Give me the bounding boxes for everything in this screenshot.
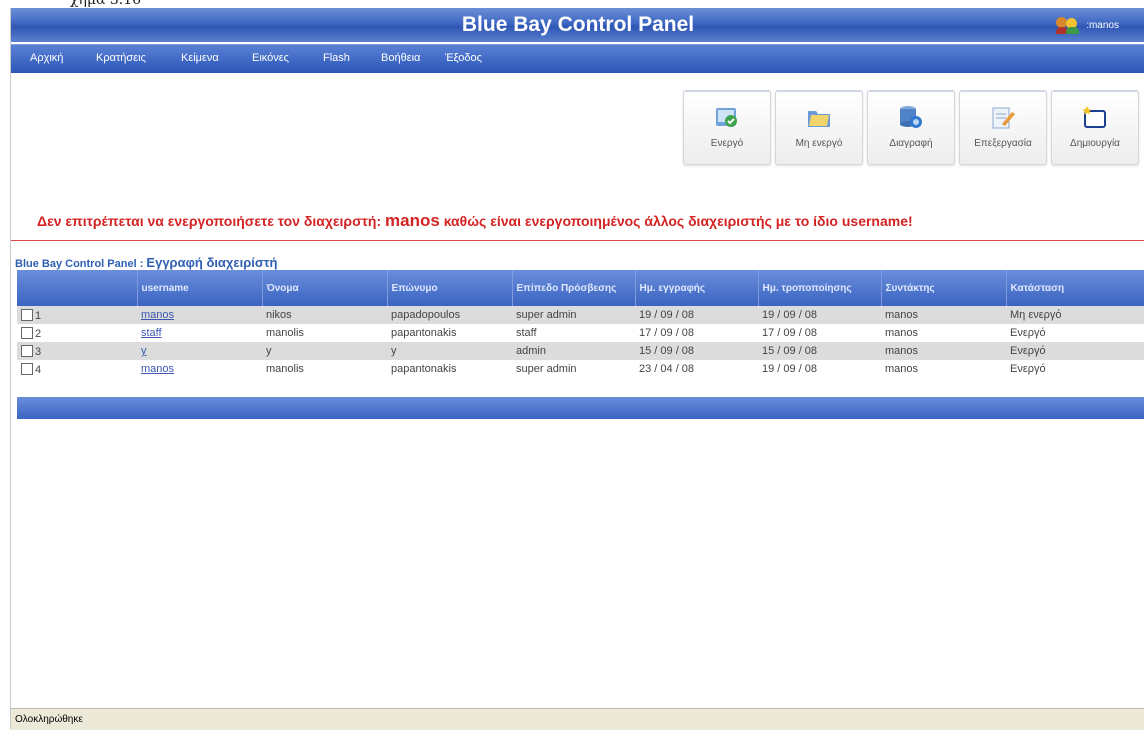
cell-editor: manos: [881, 324, 1006, 342]
table-row: 1 manos nikos papadopoulos super admin 1…: [17, 306, 1144, 324]
cell-surname: papantonakis: [387, 360, 512, 378]
error-message: Δεν επιτρέπεται να ενεργοποιήσετε τον δι…: [37, 211, 913, 231]
col-header-name[interactable]: Όνομα: [262, 270, 388, 306]
cell-modify-date: 19 / 09 / 08: [758, 306, 881, 324]
active-icon: [716, 108, 737, 127]
error-message-suffix: καθώς είναι ενεργοποιημένος άλλος διαχει…: [443, 213, 913, 229]
status-bar: Ολοκληρώθηκε: [11, 708, 1144, 730]
create-label: Δημιουργία: [1070, 138, 1120, 149]
error-message-prefix: Δεν επιτρέπεται να ενεργοποιήσετε τον δι…: [37, 213, 382, 229]
row-number: 2: [35, 327, 42, 340]
col-header-editor[interactable]: Συντάκτης: [881, 270, 1007, 306]
row-number: 3: [35, 345, 42, 358]
col-header-username[interactable]: username: [137, 270, 263, 306]
menu-texts[interactable]: Κείμενα: [181, 52, 219, 64]
row-checkbox[interactable]: [21, 362, 33, 375]
cell-editor: manos: [881, 306, 1006, 324]
database-delete-icon: [900, 106, 922, 128]
create-button[interactable]: Δημιουργία: [1051, 90, 1139, 165]
title-bar: Blue Bay Control Panel :manos: [11, 8, 1144, 42]
cell-name: manolis: [262, 360, 387, 378]
cell-name: manolis: [262, 324, 387, 342]
user-box: :manos: [1056, 16, 1119, 34]
app-title: Blue Bay Control Panel: [461, 13, 695, 36]
cell-register-date: 17 / 09 / 08: [635, 324, 758, 342]
cell-status: Ενεργό: [1006, 324, 1144, 342]
divider: [11, 240, 1144, 241]
username-link[interactable]: manos: [141, 363, 174, 375]
row-checkbox[interactable]: [21, 326, 33, 339]
users-icon: [1056, 16, 1082, 34]
table-header-row: username Όνομα Επώνυμο Επίπεδο Πρόσβεσης…: [17, 270, 1144, 306]
col-header-register-date[interactable]: Ημ. εγγραφής: [635, 270, 759, 306]
cell-access-level: super admin: [512, 360, 635, 378]
table-row: 2 staff manolis papantonakis staff 17 / …: [17, 324, 1144, 342]
cell-surname: y: [387, 342, 512, 360]
folder-icon: [808, 111, 830, 127]
table-row: 3 y y y admin 15 / 09 / 08 15 / 09 / 08 …: [17, 342, 1144, 360]
cell-name: y: [262, 342, 387, 360]
fragment-text: χήμα 3.16: [70, 0, 142, 8]
edit-icon: [992, 107, 1015, 129]
row-number: 4: [35, 363, 42, 376]
menu-exit[interactable]: Έξοδος: [445, 52, 482, 64]
top-fragment: χήμα 3.16: [0, 0, 1144, 8]
menu-help[interactable]: Βοήθεια: [381, 52, 420, 64]
cell-editor: manos: [881, 360, 1006, 378]
admins-table: username Όνομα Επώνυμο Επίπεδο Πρόσβεσης…: [17, 270, 1144, 378]
browser-frame: Blue Bay Control Panel :manos Αρχική Κρα…: [10, 8, 1144, 730]
row-checkbox[interactable]: [21, 308, 33, 321]
cell-register-date: 19 / 09 / 08: [635, 306, 758, 324]
cell-modify-date: 19 / 09 / 08: [758, 360, 881, 378]
action-toolbar: Ενεργό Μη ενεργό Διαγραφή Επεξεργασία Δη…: [683, 90, 1139, 165]
cell-surname: papantonakis: [387, 324, 512, 342]
cell-access-level: admin: [512, 342, 635, 360]
col-header-select: [17, 270, 138, 306]
breadcrumb-current: Εγγραφή διαχειρίστή: [146, 255, 278, 270]
deactivate-label: Μη ενεργό: [795, 138, 843, 149]
row-number: 1: [35, 309, 42, 322]
edit-label: Επεξεργασία: [974, 138, 1032, 149]
table-row: 4 manos manolis papantonakis super admin…: [17, 360, 1144, 378]
col-header-status[interactable]: Κατάσταση: [1006, 270, 1144, 306]
cell-modify-date: 17 / 09 / 08: [758, 324, 881, 342]
cell-access-level: super admin: [512, 306, 635, 324]
main-menu: Αρχική Κρατήσεις Κείμενα Εικόνες Flash Β…: [11, 44, 1144, 73]
col-header-surname[interactable]: Επώνυμο: [387, 270, 513, 306]
deactivate-button[interactable]: Μη ενεργό: [775, 90, 863, 165]
menu-home[interactable]: Αρχική: [30, 52, 63, 64]
current-user-label: :manos: [1086, 19, 1119, 31]
cell-surname: papadopoulos: [387, 306, 512, 324]
menu-flash[interactable]: Flash: [323, 52, 350, 64]
table-footer-bar: [17, 397, 1144, 419]
cell-name: nikos: [262, 306, 387, 324]
breadcrumb: Blue Bay Control Panel : Εγγραφή διαχειρ…: [15, 255, 277, 270]
row-checkbox[interactable]: [21, 344, 33, 357]
breadcrumb-root[interactable]: Blue Bay Control Panel :: [15, 258, 146, 270]
username-link[interactable]: staff: [141, 327, 162, 339]
username-link[interactable]: y: [141, 345, 147, 357]
menu-images[interactable]: Εικόνες: [252, 52, 289, 64]
cell-editor: manos: [881, 342, 1006, 360]
activate-button[interactable]: Ενεργό: [683, 90, 771, 165]
menu-bookings[interactable]: Κρατήσεις: [96, 52, 146, 64]
delete-label: Διαγραφή: [889, 138, 933, 149]
username-link[interactable]: manos: [141, 309, 174, 321]
cell-register-date: 15 / 09 / 08: [635, 342, 758, 360]
cell-status: Ενεργό: [1006, 342, 1144, 360]
cell-access-level: staff: [512, 324, 635, 342]
cell-register-date: 23 / 04 / 08: [635, 360, 758, 378]
status-text: Ολοκληρώθηκε: [15, 714, 83, 725]
col-header-modify-date[interactable]: Ημ. τροποποίησης: [758, 270, 882, 306]
error-message-username: manos: [385, 211, 440, 230]
cell-status: Ενεργό: [1006, 360, 1144, 378]
cell-modify-date: 15 / 09 / 08: [758, 342, 881, 360]
new-folder-icon: [1082, 106, 1106, 128]
delete-button[interactable]: Διαγραφή: [867, 90, 955, 165]
col-header-access-level[interactable]: Επίπεδο Πρόσβεσης: [512, 270, 636, 306]
edit-button[interactable]: Επεξεργασία: [959, 90, 1047, 165]
cell-status: Μη ενεργό: [1006, 306, 1144, 324]
activate-label: Ενεργό: [710, 138, 744, 149]
